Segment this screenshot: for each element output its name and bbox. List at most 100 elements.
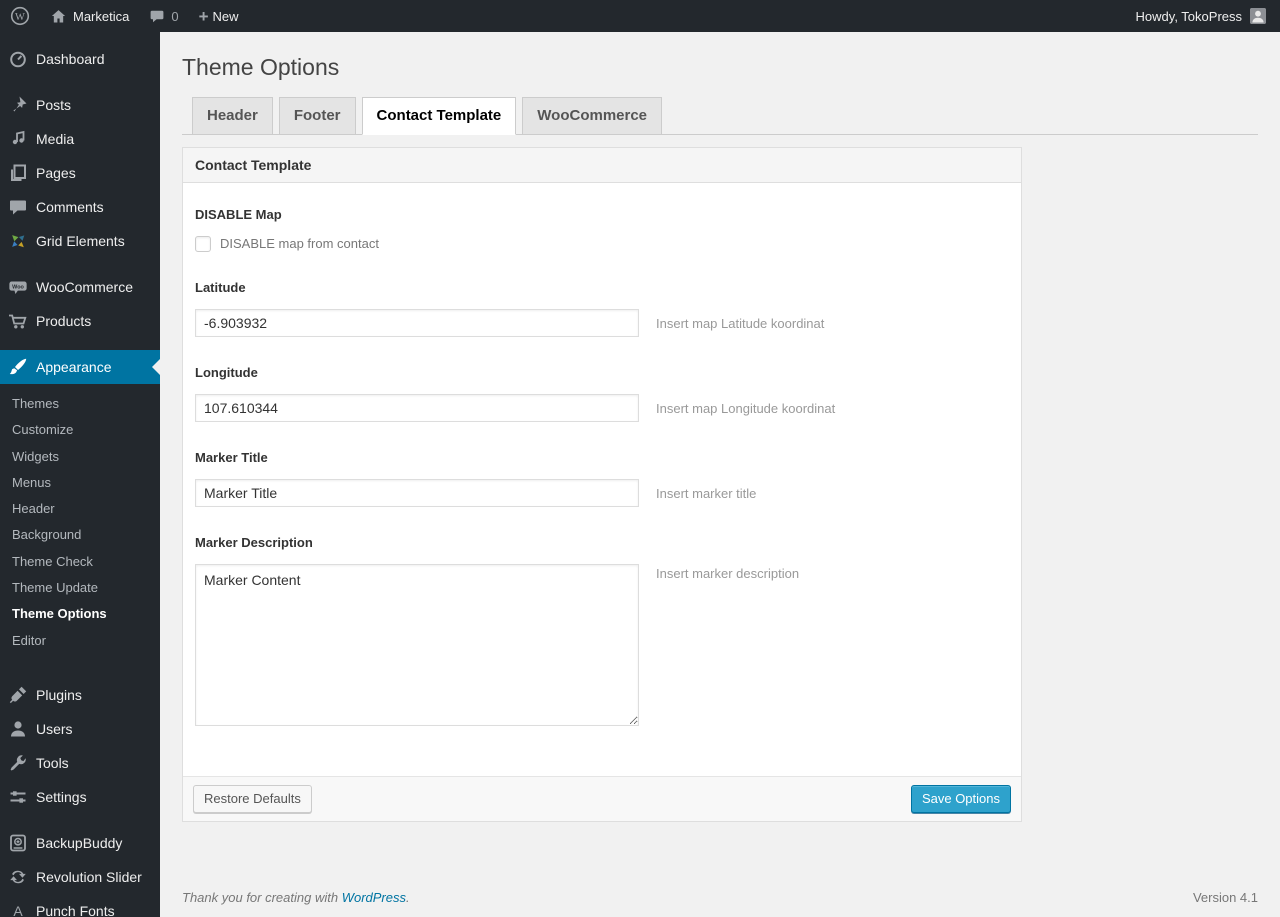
wordpress-logo-icon[interactable]: W: [0, 0, 40, 32]
sidebar-item-label: Plugins: [36, 686, 82, 703]
field-label: Marker Description: [195, 534, 313, 550]
plugin-icon: [8, 685, 28, 705]
page-footer: Thank you for creating with WordPress. V…: [182, 890, 1258, 905]
sidebar-item-tools[interactable]: Tools: [0, 746, 160, 780]
sidebar-item-dashboard[interactable]: Dashboard: [0, 42, 160, 76]
avatar: [1250, 8, 1266, 24]
tab-header[interactable]: Header: [192, 96, 273, 135]
wordpress-link[interactable]: WordPress: [342, 890, 406, 905]
sidebar-item-woocommerce[interactable]: Woo WooCommerce: [0, 270, 160, 304]
woocommerce-icon: Woo: [8, 277, 28, 297]
sidebar-item-label: Media: [36, 131, 75, 147]
sidebar-item-posts[interactable]: Posts: [0, 88, 160, 122]
longitude-input[interactable]: [195, 393, 639, 422]
account-menu[interactable]: Howdy, TokoPress: [1136, 0, 1280, 32]
field-latitude: Latitude Insert map Latitude koordinat: [195, 280, 1009, 337]
submenu-item-widgets[interactable]: Widgets: [0, 444, 160, 470]
tab-woocommerce[interactable]: WooCommerce: [522, 96, 663, 135]
sidebar-item-products[interactable]: Products: [0, 304, 160, 338]
sidebar-item-label: Products: [36, 313, 92, 329]
new-label: New: [212, 8, 239, 24]
comments-icon: [8, 197, 28, 217]
contact-template-panel: Contact Template DISABLE Map DISABLE map…: [182, 146, 1022, 822]
marker-description-hint: Insert marker description: [656, 565, 800, 581]
paintbrush-icon: [8, 357, 28, 377]
sidebar-item-media[interactable]: Media: [0, 122, 160, 156]
sidebar-item-appearance[interactable]: Appearance: [0, 350, 160, 384]
appearance-submenu: Themes Customize Widgets Menus Header Ba…: [0, 384, 160, 666]
comment-bubble-icon: [149, 8, 165, 24]
sidebar-item-label: Settings: [36, 788, 87, 805]
disable-map-checkbox-label[interactable]: DISABLE map from contact: [220, 236, 379, 251]
sidebar-item-settings[interactable]: Settings: [0, 780, 160, 814]
comments-counter[interactable]: 0: [139, 0, 188, 32]
sidebar-item-label: Revolution Slider: [36, 868, 142, 885]
marker-title-input[interactable]: [195, 478, 639, 507]
sidebar-item-label: BackupBuddy: [36, 834, 123, 851]
new-content-button[interactable]: + New: [189, 0, 249, 32]
backup-device-icon: [8, 833, 28, 853]
sidebar-item-grid-elements[interactable]: Grid Elements: [0, 224, 160, 258]
marker-title-hint: Insert marker title: [656, 485, 757, 501]
sidebar-item-comments[interactable]: Comments: [0, 190, 160, 224]
letter-a-icon: A: [8, 901, 28, 917]
panel-body: DISABLE Map DISABLE map from contact Lat…: [183, 183, 1021, 776]
field-marker-description: Marker Description Insert marker descrip…: [195, 535, 1009, 726]
user-icon: [8, 719, 28, 739]
sliders-icon: [8, 787, 28, 807]
sidebar-item-users[interactable]: Users: [0, 712, 160, 746]
marker-description-textarea[interactable]: [195, 563, 639, 726]
submenu-item-theme-update[interactable]: Theme Update: [0, 575, 160, 601]
dashboard-icon: [8, 49, 28, 69]
sidebar-item-label: Appearance: [36, 359, 112, 375]
svg-text:Woo: Woo: [12, 284, 24, 290]
sidebar-item-revolution-slider[interactable]: Revolution Slider: [0, 860, 160, 894]
disable-map-checkbox[interactable]: [195, 235, 211, 252]
submenu-item-editor[interactable]: Editor: [0, 628, 160, 654]
sidebar-item-punch-fonts[interactable]: A Punch Fonts: [0, 894, 160, 917]
admin-sidebar: Dashboard Posts Media Pages Comments Gri…: [0, 32, 160, 917]
latitude-hint: Insert map Latitude koordinat: [656, 315, 825, 331]
latitude-input[interactable]: [195, 308, 639, 337]
save-options-button[interactable]: Save Options: [910, 784, 1011, 813]
wrench-icon: [8, 753, 28, 773]
sidebar-item-pages[interactable]: Pages: [0, 156, 160, 190]
site-name-link[interactable]: Marketica: [40, 0, 139, 32]
sidebar-item-label: Users: [36, 720, 73, 737]
svg-text:W: W: [15, 12, 25, 23]
sidebar-item-plugins[interactable]: Plugins: [0, 678, 160, 712]
tab-contact-template[interactable]: Contact Template: [361, 96, 517, 135]
cart-icon: [8, 311, 28, 331]
tab-footer[interactable]: Footer: [278, 96, 356, 135]
sidebar-item-label: WooCommerce: [36, 279, 133, 295]
svg-text:A: A: [13, 903, 23, 917]
submenu-item-customize[interactable]: Customize: [0, 417, 160, 443]
field-label: DISABLE Map: [195, 206, 282, 222]
submenu-item-background[interactable]: Background: [0, 522, 160, 548]
submenu-item-theme-options[interactable]: Theme Options: [0, 601, 160, 627]
sidebar-item-backupbuddy[interactable]: BackupBuddy: [0, 826, 160, 860]
submenu-item-header[interactable]: Header: [0, 496, 160, 522]
longitude-hint: Insert map Longitude koordinat: [656, 400, 836, 416]
version-label: Version 4.1: [1192, 890, 1258, 905]
howdy-text: Howdy, TokoPress: [1135, 8, 1242, 24]
sidebar-item-label: Grid Elements: [36, 233, 125, 249]
field-longitude: Longitude Insert map Longitude koordinat: [195, 365, 1009, 422]
submenu-item-menus[interactable]: Menus: [0, 470, 160, 496]
sidebar-item-label: Dashboard: [36, 51, 105, 67]
field-marker-title: Marker Title Insert marker title: [195, 450, 1009, 507]
tab-bar: Header Footer Contact Template WooCommer…: [182, 96, 1258, 135]
home-icon: [50, 8, 67, 25]
submenu-item-theme-check[interactable]: Theme Check: [0, 549, 160, 575]
submenu-item-themes[interactable]: Themes: [0, 391, 160, 417]
sidebar-item-label: Tools: [36, 754, 69, 771]
panel-title: Contact Template: [183, 147, 1021, 183]
pages-icon: [8, 163, 28, 183]
plus-icon: +: [198, 6, 209, 26]
panel-footer: Restore Defaults Save Options: [183, 775, 1021, 821]
restore-defaults-button[interactable]: Restore Defaults: [193, 784, 312, 813]
pushpin-icon: [8, 95, 28, 115]
media-icon: [8, 129, 28, 149]
sidebar-item-label: Comments: [36, 199, 104, 215]
site-name-label: Marketica: [73, 8, 130, 24]
